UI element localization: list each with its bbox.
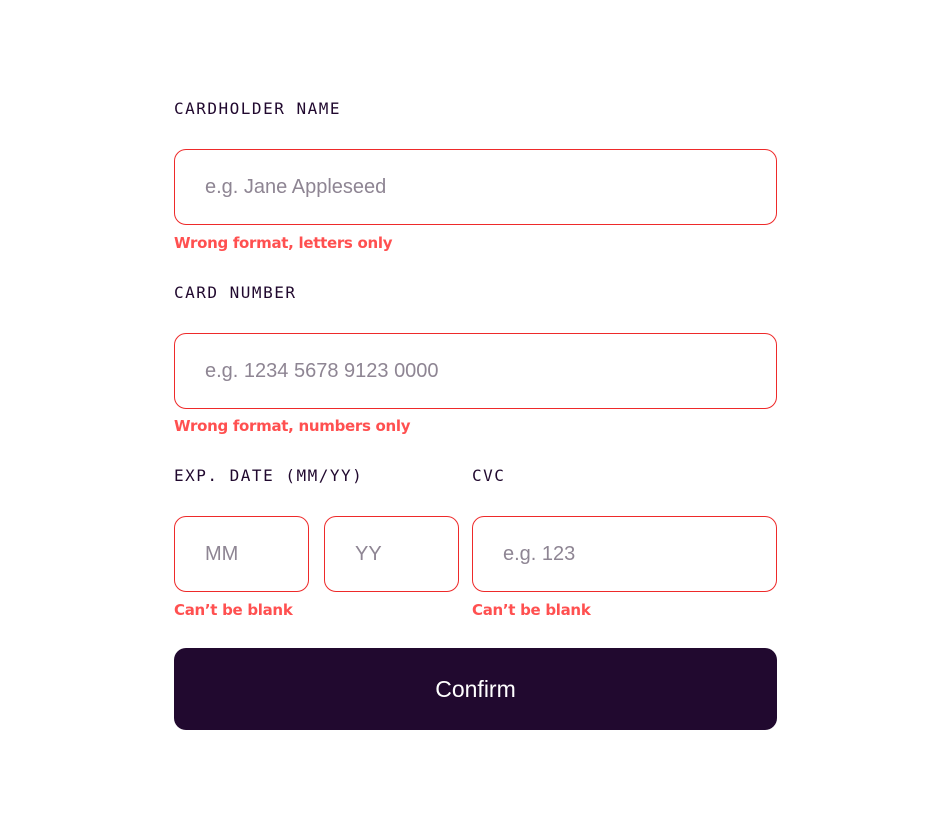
card-number-input[interactable] [174, 333, 777, 409]
confirm-button[interactable]: Confirm [174, 648, 777, 730]
cvc-input[interactable] [472, 516, 777, 592]
cardholder-name-error: Wrong format, letters only [174, 234, 393, 252]
cvc-error: Can’t be blank [472, 601, 591, 619]
exp-date-error: Can’t be blank [174, 601, 293, 619]
cardholder-name-input[interactable] [174, 149, 777, 225]
card-number-label: CARD NUMBER [174, 283, 297, 302]
cvc-label: CVC [472, 466, 506, 485]
card-number-error: Wrong format, numbers only [174, 417, 411, 435]
exp-year-input[interactable] [324, 516, 459, 592]
exp-month-input[interactable] [174, 516, 309, 592]
exp-date-label: EXP. DATE (MM/YY) [174, 466, 364, 485]
cardholder-name-label: CARDHOLDER NAME [174, 99, 341, 118]
